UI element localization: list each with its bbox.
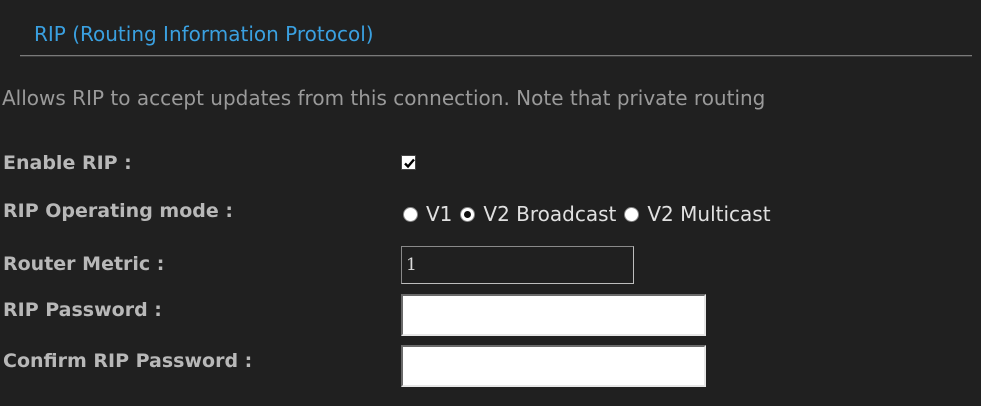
radio-v1[interactable] [403, 206, 418, 222]
enable-rip-label: Enable RIP : [3, 152, 132, 174]
radio-v2-broadcast[interactable] [460, 206, 476, 222]
enable-rip-checkbox[interactable] [401, 155, 416, 170]
radio-v1-label[interactable]: V1 [426, 202, 452, 226]
radio-v2-multicast[interactable] [624, 206, 640, 222]
confirm-password-label: Confirm RIP Password : [3, 350, 253, 372]
router-metric-input[interactable] [401, 246, 634, 284]
operating-mode-group: V1 V2 Broadcast V2 Multicast [403, 202, 779, 226]
confirm-password-input[interactable] [401, 345, 706, 387]
router-metric-label: Router Metric : [3, 253, 165, 275]
operating-mode-label: RIP Operating mode : [3, 200, 233, 222]
section-description: Allows RIP to accept updates from this c… [2, 86, 766, 110]
radio-v2-broadcast-label[interactable]: V2 Broadcast [483, 202, 616, 226]
checkmark-icon [404, 158, 415, 169]
rip-password-label: RIP Password : [3, 299, 162, 321]
section-title: RIP (Routing Information Protocol) [34, 22, 374, 46]
radio-v2-multicast-label[interactable]: V2 Multicast [647, 202, 770, 226]
title-divider [20, 55, 972, 57]
rip-password-input[interactable] [401, 294, 706, 336]
